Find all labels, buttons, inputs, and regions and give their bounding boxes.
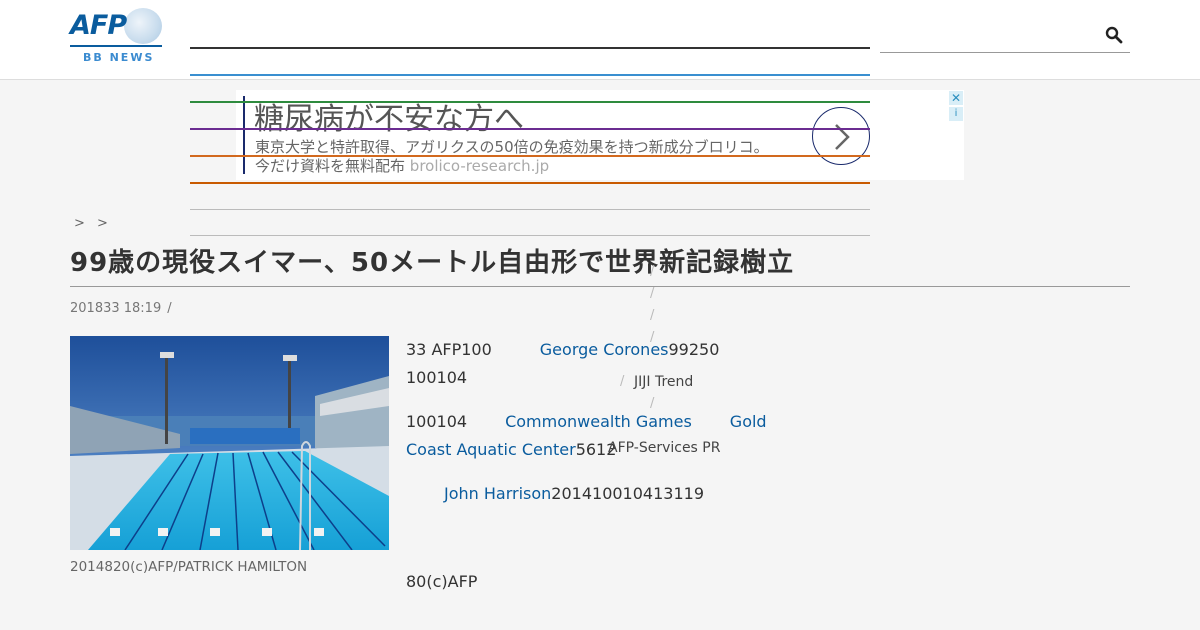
p1-text-2: 99250: [668, 340, 720, 359]
search-input[interactable]: [880, 52, 1130, 53]
ad-info-icon[interactable]: i: [949, 107, 963, 121]
logo-bb-news-text: BB NEWS: [83, 51, 155, 64]
logo-afp-text: AFP: [70, 10, 127, 41]
photo-caption: 2014820(c)AFP/PATRICK HAMILTON: [70, 559, 308, 575]
nav-line: [190, 235, 870, 236]
site-header: AFP BB NEWS: [0, 0, 1200, 80]
link-commonwealth-games[interactable]: Commonwealth Games: [505, 412, 692, 431]
nav-line: [190, 101, 870, 103]
chevron-right-icon: [835, 124, 850, 150]
p2-text: 100104: [406, 412, 468, 431]
paragraph-3: John Harrison201410010413119: [444, 484, 704, 503]
ad-description-2: 今だけ資料を無料配布 brolico-research.jp: [255, 155, 549, 176]
paragraph-4: 80(c)AFP: [406, 572, 478, 591]
nav-line: [190, 155, 870, 157]
globe-icon: [124, 8, 162, 44]
sidebar-separator: /: [650, 330, 655, 345]
nav-line: [190, 182, 870, 184]
paragraph-1: 33 AFP100 George Corones99250: [406, 340, 719, 359]
paragraph-2: 100104 Commonwealth Games Gold: [406, 412, 767, 431]
nav-line: [190, 128, 870, 130]
afp-bb-news-logo[interactable]: AFP BB NEWS: [70, 8, 162, 64]
link-gold[interactable]: Gold: [730, 412, 767, 431]
article-photo-pool[interactable]: [70, 336, 389, 550]
paragraph-1-line-2: 100104: [406, 368, 468, 387]
logo-underline: [70, 45, 162, 47]
article-title: 99歳の現役スイマー、50メートル自由形で世界新記録樹立: [70, 248, 795, 278]
ad-close-icon[interactable]: ✕: [949, 91, 963, 105]
sidebar-separator: /: [650, 264, 655, 279]
ad-domain[interactable]: brolico-research.jp: [410, 157, 549, 175]
link-coast-aquatic-center[interactable]: Coast Aquatic Center: [406, 440, 576, 459]
nav-line: [190, 74, 870, 76]
meta-separator: /: [167, 301, 172, 316]
nav-line: [190, 47, 870, 49]
sidebar-afp-services-pr[interactable]: AFP-Services PR: [608, 440, 720, 456]
title-divider: [70, 286, 1130, 287]
p1-text: 33 AFP100: [406, 340, 492, 359]
link-john-harrison[interactable]: John Harrison: [444, 484, 551, 503]
advertisement-banner[interactable]: 糖尿病が不安な方へ 東京大学と特許取得、アガリクスの50倍の免疫効果を持つ新成分…: [236, 90, 964, 180]
article-meta: 201833 18:19 /: [70, 301, 172, 316]
sidebar-separator: /: [650, 286, 655, 301]
paragraph-2-line-2: Coast Aquatic Center5612: [406, 440, 616, 459]
search-icon[interactable]: [1105, 26, 1125, 46]
ad-description-offer: 今だけ資料を無料配布: [255, 157, 406, 175]
nav-line: [190, 209, 870, 210]
sidebar-separator: /: [650, 308, 655, 323]
sidebar-jiji-trend[interactable]: JIJI Trend: [634, 374, 693, 390]
sidebar-separator: /: [620, 374, 625, 389]
article-date: 201833 18:19: [70, 301, 162, 316]
ad-accent-bar: [243, 96, 245, 174]
sidebar-separator: /: [650, 396, 655, 411]
breadcrumb[interactable]: > >: [74, 216, 112, 231]
ad-description: 東京大学と特許取得、アガリクスの50倍の免疫効果を持つ新成分ブロリコ。: [255, 138, 769, 156]
p3-text: 201410010413119: [551, 484, 704, 503]
